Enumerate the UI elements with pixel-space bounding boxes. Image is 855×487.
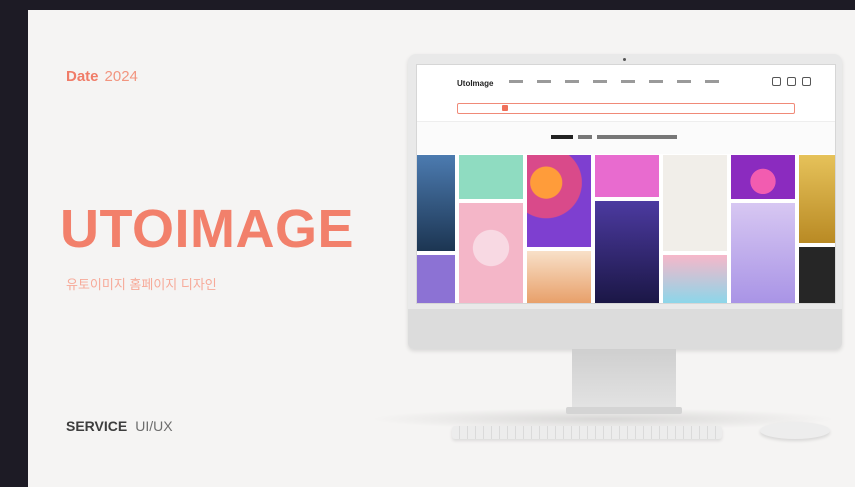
nav-item [705, 80, 719, 83]
image-tile [417, 155, 455, 251]
service-value: UI/UX [135, 418, 173, 434]
image-tile [731, 155, 795, 199]
service-label: SERVICE [66, 418, 128, 434]
project-card: Date 2024 UTOIMAGE 유토이미지 홈페이지 디자인 SERVICE… [28, 10, 855, 487]
project-subtitle: 유토이미지 홈페이지 디자인 [66, 277, 217, 292]
search-icon [502, 105, 508, 111]
image-tile [595, 201, 659, 303]
nav-item [537, 80, 551, 83]
nav-item [649, 80, 663, 83]
image-tile [799, 155, 835, 243]
image-tile [459, 155, 523, 199]
image-tile [663, 255, 727, 303]
image-tile [595, 155, 659, 197]
date-year: 2024 [104, 68, 138, 85]
nav-item [509, 80, 523, 83]
tab [597, 135, 677, 139]
image-tile [527, 251, 591, 303]
nav-item [593, 80, 607, 83]
website-screen: UtoImage [416, 64, 836, 304]
keyboard [452, 426, 722, 439]
site-logo: UtoImage [457, 79, 494, 88]
image-tile [799, 247, 835, 303]
image-tile [731, 203, 795, 303]
project-title: UTOIMAGE [60, 199, 355, 259]
user-icon [802, 77, 811, 86]
tab-group [551, 135, 677, 139]
mouse [760, 422, 830, 439]
upload-icon [772, 77, 781, 86]
site-search-bar [457, 103, 795, 114]
project-date: Date 2024 [66, 68, 138, 85]
monitor-chin [408, 309, 842, 349]
camera-icon [623, 58, 626, 61]
site-icons [772, 77, 811, 86]
tab-active [551, 135, 573, 139]
stand-base [566, 407, 682, 414]
site-header: UtoImage [417, 65, 835, 122]
imac-monitor: UtoImage [408, 54, 842, 349]
site-nav [509, 80, 719, 83]
nav-item [677, 80, 691, 83]
image-tile [527, 155, 591, 247]
site-section-tabs [417, 122, 835, 154]
date-label: Date [66, 68, 99, 85]
cart-icon [787, 77, 796, 86]
image-tile [417, 255, 455, 303]
nav-item [621, 80, 635, 83]
tab [578, 135, 592, 139]
image-tile [459, 203, 523, 303]
monitor-stand [572, 349, 676, 409]
project-service: SERVICE UI/UX [66, 418, 173, 434]
image-tile [663, 155, 727, 251]
image-grid [417, 155, 835, 303]
nav-item [565, 80, 579, 83]
